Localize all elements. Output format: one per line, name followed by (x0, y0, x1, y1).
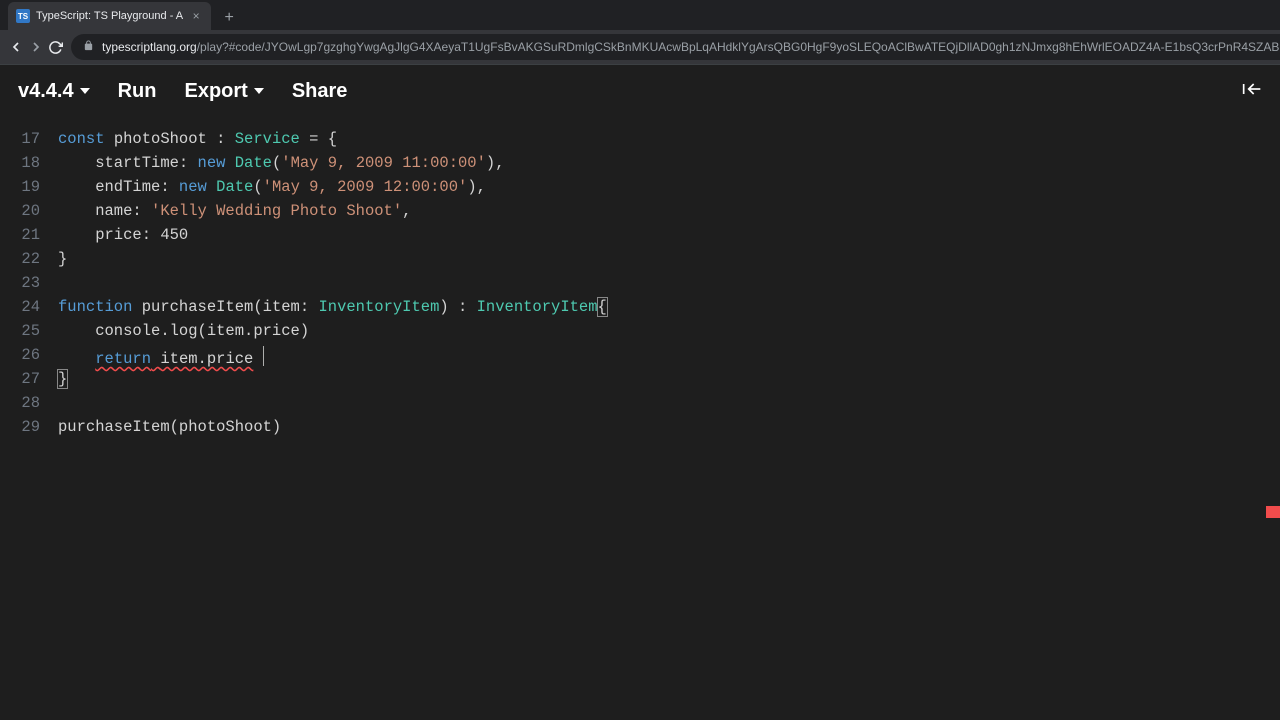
line-number: 21 (0, 223, 58, 247)
export-dropdown[interactable]: Export (185, 80, 264, 103)
url-bar[interactable]: typescriptlang.org/play?#code/JYOwLgp7gz… (71, 34, 1280, 60)
code-line[interactable]: 21 price: 450 (0, 223, 1280, 247)
code-line[interactable]: 27} (0, 367, 1280, 391)
collapse-sidebar-icon[interactable] (1242, 81, 1262, 102)
forward-button[interactable] (28, 34, 44, 60)
run-button[interactable]: Run (118, 80, 157, 103)
code-content[interactable]: name: 'Kelly Wedding Photo Shoot', (58, 199, 411, 223)
code-content[interactable]: startTime: new Date('May 9, 2009 11:00:0… (58, 151, 505, 175)
version-selector[interactable]: v4.4.4 (18, 80, 90, 103)
code-content[interactable]: endTime: new Date('May 9, 2009 12:00:00'… (58, 175, 486, 199)
code-line[interactable]: 25 console.log(item.price) (0, 319, 1280, 343)
close-tab-icon[interactable]: × (189, 9, 203, 23)
code-line[interactable]: 17const photoShoot : Service = { (0, 127, 1280, 151)
browser-tab[interactable]: TS TypeScript: TS Playground - A × (8, 2, 211, 30)
code-line[interactable]: 22} (0, 247, 1280, 271)
error-marker[interactable] (1266, 506, 1280, 518)
line-number: 22 (0, 247, 58, 271)
line-number: 20 (0, 199, 58, 223)
nav-bar: typescriptlang.org/play?#code/JYOwLgp7gz… (0, 30, 1280, 64)
lock-icon (83, 40, 94, 54)
code-content[interactable]: price: 450 (58, 223, 188, 247)
line-number: 17 (0, 127, 58, 151)
code-content[interactable]: function purchaseItem(item: InventoryIte… (58, 295, 607, 319)
code-editor[interactable]: 17const photoShoot : Service = {18 start… (0, 117, 1280, 439)
line-number: 25 (0, 319, 58, 343)
tab-title: TypeScript: TS Playground - A (36, 10, 183, 22)
line-number: 29 (0, 415, 58, 439)
code-line[interactable]: 28 (0, 391, 1280, 415)
code-line[interactable]: 29purchaseItem(photoShoot) (0, 415, 1280, 439)
code-content[interactable]: } (58, 247, 67, 271)
line-number: 27 (0, 367, 58, 391)
browser-chrome: TS TypeScript: TS Playground - A × + typ… (0, 0, 1280, 65)
code-line[interactable]: 20 name: 'Kelly Wedding Photo Shoot', (0, 199, 1280, 223)
editor-scrollbar[interactable] (1268, 64, 1280, 720)
chevron-down-icon (80, 88, 90, 94)
share-button[interactable]: Share (292, 80, 348, 103)
text-cursor (263, 346, 265, 366)
code-content[interactable]: return item.price (58, 343, 264, 367)
code-line[interactable]: 19 endTime: new Date('May 9, 2009 12:00:… (0, 175, 1280, 199)
url-text: typescriptlang.org/play?#code/JYOwLgp7gz… (102, 40, 1280, 54)
code-line[interactable]: 18 startTime: new Date('May 9, 2009 11:0… (0, 151, 1280, 175)
code-content[interactable]: console.log(item.price) (58, 319, 309, 343)
line-number: 26 (0, 343, 58, 367)
code-content[interactable]: purchaseItem(photoShoot) (58, 415, 281, 439)
code-line[interactable]: 24function purchaseItem(item: InventoryI… (0, 295, 1280, 319)
tab-strip: TS TypeScript: TS Playground - A × + (0, 0, 1280, 30)
code-content[interactable]: const photoShoot : Service = { (58, 127, 337, 151)
chevron-down-icon (254, 88, 264, 94)
reload-button[interactable] (48, 34, 63, 60)
line-number: 18 (0, 151, 58, 175)
line-number: 24 (0, 295, 58, 319)
code-content[interactable]: } (58, 367, 67, 391)
favicon: TS (16, 9, 30, 23)
line-number: 19 (0, 175, 58, 199)
line-number: 23 (0, 271, 58, 295)
back-button[interactable] (8, 34, 24, 60)
playground-toolbar: v4.4.4 Run Export Share (0, 65, 1280, 117)
new-tab-button[interactable]: + (217, 6, 241, 30)
code-line[interactable]: 23 (0, 271, 1280, 295)
code-line[interactable]: 26 return item.price (0, 343, 1280, 367)
line-number: 28 (0, 391, 58, 415)
